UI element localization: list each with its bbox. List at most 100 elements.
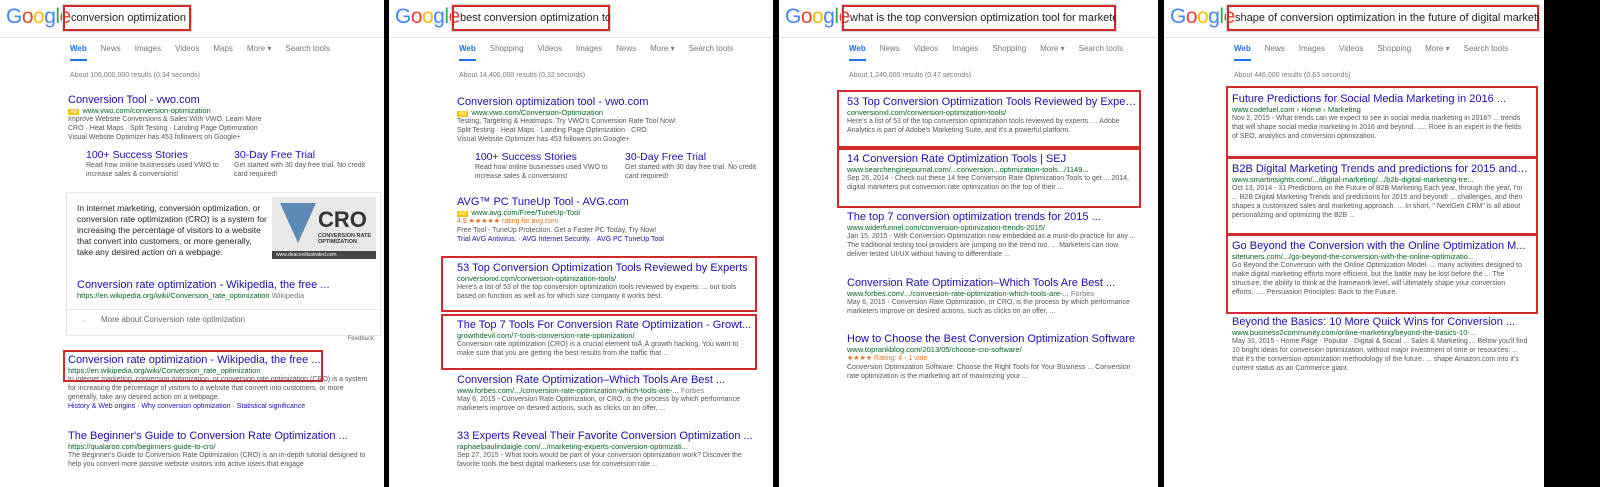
result-title[interactable]: The Beginner's Guide to Conversion Rate … [68, 430, 368, 442]
feedback-link[interactable]: Feedback [348, 336, 374, 342]
knowledge-panel-url[interactable]: https://en.wikipedia.org/wiki/Conversion… [77, 291, 270, 300]
tab-more[interactable]: More ▾ [247, 44, 271, 53]
result-title[interactable]: 33 Experts Reveal Their Favorite Convers… [457, 430, 757, 442]
tab-search-tools[interactable]: Search tools [285, 44, 329, 53]
ad-result: Conversion Tool - vwo.com Ad www.vwo.com/… [68, 94, 368, 142]
tab-more[interactable]: More ▾ [650, 44, 674, 53]
search-input[interactable]: what is the top conversion optimization … [841, 4, 1117, 32]
result-snippet: May 6, 2015 - Conversion Rate Optimizati… [457, 396, 740, 412]
result-source: Forbes [680, 386, 705, 395]
result-title[interactable]: Future Predictions for Social Media Mark… [1232, 93, 1528, 105]
organic-result: 53 Top Conversion Optimization Tools Rev… [847, 96, 1137, 135]
tab-videos[interactable]: Videos [175, 44, 199, 53]
result-url[interactable]: https://qualaroo.com/beginners-guide-to-… [68, 442, 368, 451]
tab-images[interactable]: Images [1299, 44, 1325, 53]
search-input[interactable]: conversion optimization [62, 4, 192, 32]
result-url[interactable]: www.smartinsights.com/.../digital-market… [1232, 175, 1528, 184]
result-title[interactable]: 14 Conversion Rate Optimization Tools | … [847, 153, 1137, 165]
tab-more[interactable]: More ▾ [1425, 44, 1449, 53]
sitelink-title[interactable]: 30-Day Free Trial [234, 149, 374, 161]
result-url[interactable]: growthdevil.com/7-tools-conversion-rate-… [457, 331, 757, 340]
sitelink-success-stories[interactable]: 100+ Success Stories Read how online bus… [86, 149, 226, 179]
tab-images[interactable]: Images [952, 44, 978, 53]
sitelink-title[interactable]: 100+ Success Stories [86, 149, 226, 161]
cro-image[interactable]: CRO CONVERSION RATE OPTIMIZATION www.dea… [272, 197, 376, 259]
result-title[interactable]: The Top 7 Tools For Conversion Rate Opti… [457, 319, 757, 331]
result-title[interactable]: B2B Digital Marketing Trends and predict… [1232, 163, 1528, 175]
tab-search-tools[interactable]: Search tools [1464, 44, 1508, 53]
result-snippet: Conversion Optimization Software: Choose… [847, 364, 1131, 380]
result-url[interactable]: https://en.wikipedia.org/wiki/Conversion… [68, 366, 368, 375]
result-title[interactable]: 53 Top Conversion Optimization Tools Rev… [457, 262, 757, 274]
tab-web[interactable]: Web [70, 44, 87, 61]
tab-maps[interactable]: Maps [213, 44, 233, 53]
sitelink-title[interactable]: 100+ Success Stories [475, 151, 615, 163]
tab-news[interactable]: News [616, 44, 636, 53]
result-url[interactable]: sitetuners.com/.../go-beyond-the-convers… [1232, 252, 1528, 261]
result-title[interactable]: 53 Top Conversion Optimization Tools Rev… [847, 96, 1137, 108]
tab-shopping[interactable]: Shopping [1377, 44, 1411, 53]
rating: ★★★★ Rating: 4 - 1 vote [847, 355, 928, 362]
result-url[interactable]: www.avg.com/Free/TuneUp-Tool [471, 208, 580, 217]
sitelinks[interactable]: Split Testing · Heat Maps · Landing Page… [457, 126, 757, 135]
ad-followers: Visual Website Optimizer has 453 followe… [457, 136, 630, 143]
knowledge-panel-title[interactable]: Conversion rate optimization - Wikipedia… [77, 279, 367, 291]
search-input[interactable]: best conversion optimization tool [451, 4, 611, 32]
search-input[interactable]: shape of conversion optimization in the … [1226, 4, 1540, 32]
tab-news[interactable]: News [1265, 44, 1285, 53]
result-title[interactable]: Conversion optimization tool - vwo.com [457, 96, 757, 108]
result-url[interactable]: conversionxl.com/conversion-optimization… [457, 274, 757, 283]
sitelink-free-trial[interactable]: 30-Day Free Trial Get started with 30 da… [625, 151, 765, 181]
tab-shopping[interactable]: Shopping [490, 44, 524, 53]
organic-result: 14 Conversion Rate Optimization Tools | … [847, 153, 1137, 192]
organic-result: How to Choose the Best Conversion Optimi… [847, 333, 1137, 381]
result-url[interactable]: www.forbes.com/.../conversion-rate-optim… [457, 386, 679, 395]
rating: 4.9 ★★★★★ rating for avg.com [457, 218, 559, 225]
result-title[interactable]: Conversion Rate Optimization–Which Tools… [457, 374, 757, 386]
result-url[interactable]: raphaelpaulindaigle.com/.../marketing-ex… [457, 442, 757, 451]
sitelink-free-trial[interactable]: 30-Day Free Trial Get started with 30 da… [234, 149, 374, 179]
result-title[interactable]: Go Beyond the Conversion with the Online… [1232, 240, 1528, 252]
sitelink-title[interactable]: 30-Day Free Trial [625, 151, 765, 163]
result-title[interactable]: Conversion rate optimization - Wikipedia… [68, 354, 368, 366]
result-url[interactable]: www.searchenginejournal.com/...conversio… [847, 165, 1137, 174]
result-title[interactable]: How to Choose the Best Conversion Optimi… [847, 333, 1137, 345]
tab-news[interactable]: News [101, 44, 121, 53]
tab-videos[interactable]: Videos [1339, 44, 1363, 53]
more-about-link[interactable]: ⌄ More about Conversion rate optimization [81, 315, 245, 324]
cro-sublabel: CONVERSION RATE OPTIMIZATION [318, 233, 372, 245]
tab-web[interactable]: Web [1234, 44, 1251, 61]
result-title[interactable]: AVG™ PC TuneUp Tool - AVG.com [457, 196, 757, 208]
tab-search-tools[interactable]: Search tools [1079, 44, 1123, 53]
tab-web[interactable]: Web [459, 44, 476, 61]
result-url[interactable]: www.toprankblog.com/2013/05/choose-cro-s… [847, 345, 1137, 354]
tab-shopping[interactable]: Shopping [992, 44, 1026, 53]
result-url[interactable]: conversionxl.com/conversion-optimization… [847, 108, 1137, 117]
result-snippet: Here's a list of 53 of the top conversio… [847, 118, 1120, 134]
result-title[interactable]: Conversion Tool - vwo.com [68, 94, 368, 106]
result-title[interactable]: Beyond the Basics: 10 More Quick Wins fo… [1232, 316, 1528, 328]
tab-videos[interactable]: Videos [538, 44, 562, 53]
organic-result: The top 7 conversion optimization trends… [847, 211, 1137, 259]
result-url[interactable]: www.codefuel.com › Home › Marketing [1232, 105, 1528, 114]
tab-more[interactable]: More ▾ [1040, 44, 1064, 53]
sitelink-success-stories[interactable]: 100+ Success Stories Read how online bus… [475, 151, 615, 181]
result-url[interactable]: www.vwo.com/conversion-optimization [82, 106, 210, 115]
result-url[interactable]: www.vwo.com/Conversion-Optimization [471, 108, 603, 117]
result-sublinks[interactable]: History & Web origins · Why conversion o… [68, 402, 368, 411]
tab-web[interactable]: Web [849, 44, 866, 61]
result-url[interactable]: www.business2community.com/online-market… [1232, 328, 1528, 337]
tab-news[interactable]: News [880, 44, 900, 53]
sitelinks[interactable]: CRO · Heat Maps · Split Testing · Landin… [68, 124, 368, 133]
result-title[interactable]: Conversion Rate Optimization–Which Tools… [847, 277, 1137, 289]
result-url[interactable]: www.widerfunnel.com/conversion-optimizat… [847, 223, 1137, 232]
result-title[interactable]: The top 7 conversion optimization trends… [847, 211, 1137, 223]
tab-images[interactable]: Images [135, 44, 161, 53]
result-snippet: Jan 15, 2015 - With Conversion Optimizat… [847, 233, 1136, 258]
result-snippet: Free Tool - TuneUp Protection. Get a Fas… [457, 227, 657, 234]
tab-images[interactable]: Images [576, 44, 602, 53]
tab-search-tools[interactable]: Search tools [689, 44, 733, 53]
sitelinks[interactable]: Trial AVG Antivirus. · AVG Internet Secu… [457, 235, 757, 244]
tab-videos[interactable]: Videos [914, 44, 938, 53]
result-url[interactable]: www.forbes.com/.../conversion-rate-optim… [847, 289, 1069, 298]
